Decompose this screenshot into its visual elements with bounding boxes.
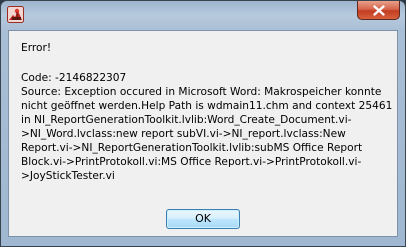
title-bar[interactable] <box>1 1 405 29</box>
error-message-line: Block.vi->PrintProtokoll.vi:MS Office Re… <box>21 156 362 168</box>
error-message-line: >NI_Word.lvclass:new report subVI.vi->NI… <box>21 128 346 140</box>
error-code-line: Code: -2146822307 <box>21 72 127 84</box>
error-message-line: Source: Exception occured in Microsoft W… <box>21 86 382 98</box>
error-message-line: >JoyStickTester.vi <box>21 170 115 182</box>
error-dialog-window: Error! Code: -2146822307 Source: Excepti… <box>0 0 406 247</box>
close-icon <box>373 5 385 16</box>
close-button[interactable] <box>357 1 400 20</box>
error-heading: Error! <box>21 42 52 54</box>
error-message-line: in NI_ReportGenerationToolkit.lvlib:Word… <box>21 114 352 126</box>
error-message-line: nicht geöffnet werden.Help Path is wdmai… <box>21 100 393 112</box>
error-message-line: Report.vi->NI_ReportGenerationToolkit.lv… <box>21 142 363 154</box>
dialog-content-area: Error! Code: -2146822307 Source: Excepti… <box>8 30 398 237</box>
labview-joystick-icon[interactable] <box>7 6 24 23</box>
ok-button[interactable]: OK <box>166 209 240 229</box>
